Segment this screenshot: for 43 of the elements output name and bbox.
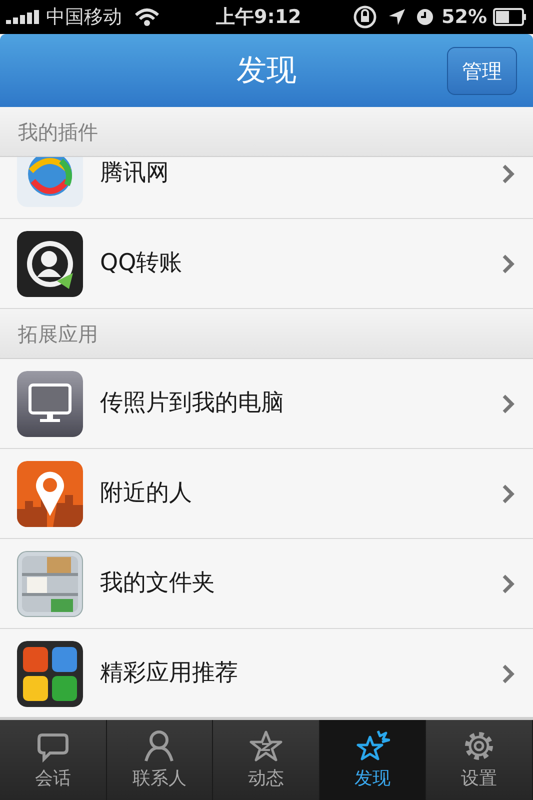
page-title: 发现 xyxy=(236,52,296,90)
row-label: 我的文件夹 xyxy=(100,569,216,598)
globe-icon xyxy=(17,157,83,206)
tab-label: 联系人 xyxy=(132,766,186,790)
row-label: 传照片到我的电脑 xyxy=(100,389,285,418)
tab-label: 设置 xyxy=(461,766,498,790)
chevron-icon xyxy=(501,394,515,414)
tab-bar-item[interactable]: 动态 xyxy=(213,720,320,800)
row-label: 腾讯网 xyxy=(100,159,170,188)
map-pin-icon xyxy=(17,460,83,526)
battery-icon xyxy=(493,8,527,26)
shelf-icon xyxy=(17,550,83,616)
chevron-icon xyxy=(501,254,515,274)
tab-bar-item[interactable]: 发现 xyxy=(320,720,426,800)
manage-button[interactable]: 管理 xyxy=(447,46,517,94)
clock-time: 上午9:12 xyxy=(216,4,302,30)
battery-percent: 52% xyxy=(442,4,487,30)
rotation-lock-icon xyxy=(352,4,378,30)
tab-label: 会话 xyxy=(34,766,71,790)
app-grid-icon xyxy=(17,640,83,706)
tab-bar-item[interactable]: 设置 xyxy=(426,720,533,800)
star-icon xyxy=(248,728,283,762)
section-title: 我的插件 xyxy=(18,118,98,146)
signal-icon xyxy=(6,10,40,24)
chevron-icon xyxy=(501,664,515,684)
wifi-icon xyxy=(134,7,160,27)
section-title: 拓展应用 xyxy=(18,320,98,348)
tab-label: 动态 xyxy=(248,766,284,790)
row-label: 精彩应用推荐 xyxy=(100,659,239,688)
chevron-icon xyxy=(501,164,515,184)
monitor-icon xyxy=(17,370,83,436)
tab-label: 发现 xyxy=(354,766,391,790)
tab-bar-item[interactable]: 会话 xyxy=(0,720,107,800)
carrier-name: 中国移动 xyxy=(46,4,122,30)
stars-icon xyxy=(356,728,390,762)
tab-bar-item[interactable]: 联系人 xyxy=(106,720,214,800)
person-icon xyxy=(142,728,176,762)
location-arrow-icon xyxy=(388,8,406,26)
chevron-icon xyxy=(501,574,515,594)
row-label: QQ转账 xyxy=(100,249,184,278)
row-label: 附近的人 xyxy=(100,479,193,508)
alarm-clock-icon xyxy=(416,8,434,26)
chevron-icon xyxy=(501,484,515,504)
